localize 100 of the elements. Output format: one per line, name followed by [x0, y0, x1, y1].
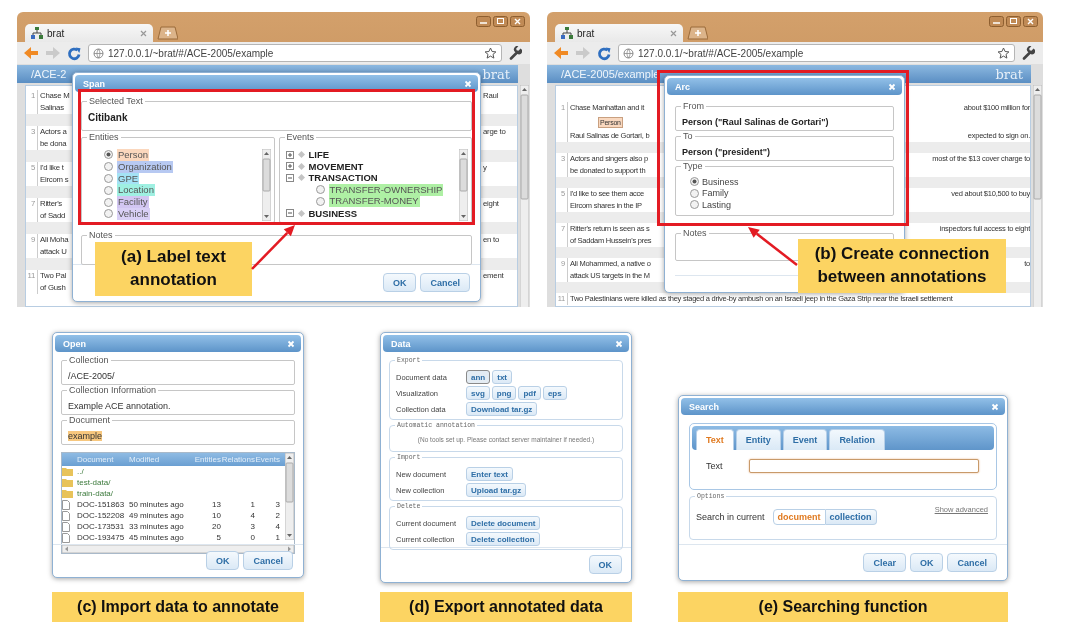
radio-button[interactable]	[690, 188, 699, 198]
dialog-button[interactable]: Cancel	[243, 551, 293, 570]
format-button[interactable]: pdf	[518, 386, 541, 400]
table-cell-text: 0	[249, 532, 255, 543]
close-button[interactable]	[510, 16, 525, 27]
entity-type[interactable]: Person	[117, 148, 150, 161]
dialog-button[interactable]: OK	[910, 553, 944, 572]
forward-arrow-icon[interactable]	[45, 46, 61, 60]
text-input-field[interactable]	[748, 459, 979, 473]
entity-type[interactable]: Facility	[117, 196, 149, 209]
new-tab-button[interactable]	[686, 26, 708, 40]
tab[interactable]: Entity	[735, 429, 781, 450]
scrollbar[interactable]	[459, 149, 468, 221]
reload-icon[interactable]	[67, 45, 82, 61]
address-bar[interactable]: 127.0.0.1/~brat/#/ACE-2005/example	[618, 44, 1015, 62]
scope-option[interactable]: document	[772, 509, 826, 525]
scrollbar[interactable]	[62, 545, 294, 553]
radio-button[interactable]	[315, 185, 325, 195]
close-icon[interactable]	[140, 29, 147, 37]
table-cell-text: 4	[249, 510, 255, 521]
event-type[interactable]: TRANSFER-OWNERSHIP	[328, 183, 444, 196]
browser-tab[interactable]: brat	[555, 24, 683, 42]
address-bar[interactable]: 127.0.0.1/~brat/#/ACE-2005/example	[88, 44, 502, 62]
tab[interactable]: Relation	[829, 429, 885, 450]
radio-button[interactable]	[315, 196, 325, 206]
radio-label[interactable]: Business	[702, 176, 739, 187]
format-button[interactable]: eps	[542, 386, 567, 400]
format-button[interactable]: svg	[466, 386, 490, 400]
event-type[interactable]: BUSINESS	[308, 207, 358, 219]
dialog-button[interactable]: Cancel	[420, 273, 470, 292]
table-cell[interactable]: DOC-151863	[77, 499, 129, 510]
minimize-button[interactable]	[989, 16, 1004, 27]
group-label: From	[681, 101, 706, 112]
table-cell[interactable]: DOC-193475	[77, 532, 129, 543]
tab[interactable]: Text	[696, 429, 734, 450]
format-button[interactable]: png	[491, 386, 517, 400]
entity-type[interactable]: Organization	[117, 160, 173, 173]
dialog-button[interactable]: OK	[383, 273, 417, 292]
radio-button[interactable]	[104, 209, 113, 219]
radio-button[interactable]	[104, 197, 113, 207]
radio-button[interactable]	[104, 162, 113, 172]
back-arrow-icon[interactable]	[553, 46, 569, 60]
folder-icon	[62, 478, 73, 487]
radio-label[interactable]: Lasting	[702, 199, 732, 210]
dialog-button[interactable]: Clear	[863, 553, 906, 572]
event-type[interactable]: TRANSFER-MONEY	[328, 195, 420, 208]
dialog-title: Span	[83, 78, 105, 89]
entity-type[interactable]: Location	[117, 184, 155, 197]
reload-icon[interactable]	[597, 45, 612, 61]
format-button[interactable]: Delete collection	[466, 532, 540, 546]
new-tab-button[interactable]	[156, 26, 178, 40]
event-type[interactable]: MOVEMENT	[308, 160, 364, 172]
forward-arrow-icon[interactable]	[575, 46, 591, 60]
radio-button[interactable]	[104, 150, 113, 160]
table-cell[interactable]: test-data/	[77, 477, 129, 488]
back-arrow-icon[interactable]	[23, 46, 39, 60]
caption: (c) Import data to annotate	[52, 592, 304, 622]
radio-button[interactable]	[690, 200, 699, 210]
close-button[interactable]	[1023, 16, 1038, 27]
scope-option[interactable]: collection	[825, 509, 877, 525]
format-button[interactable]: txt	[492, 370, 512, 384]
scrollbar[interactable]	[261, 149, 271, 221]
radio-button[interactable]	[104, 174, 113, 183]
format-button[interactable]: ann	[466, 370, 491, 384]
table-cell[interactable]: DOC-152208	[77, 510, 129, 521]
radio-button[interactable]	[690, 177, 699, 187]
star-icon[interactable]	[484, 46, 497, 60]
format-button[interactable]: Delete document	[466, 516, 541, 530]
expand-icon[interactable]	[285, 162, 294, 171]
collapse-icon[interactable]	[285, 209, 294, 218]
tab[interactable]: Event	[782, 429, 828, 450]
close-icon[interactable]	[670, 29, 677, 37]
dialog-button[interactable]: OK	[588, 555, 622, 574]
dialog-button[interactable]: OK	[206, 551, 240, 570]
minimize-button[interactable]	[476, 16, 491, 27]
scrollbar[interactable]	[520, 85, 529, 307]
format-button[interactable]: Upload tar.gz	[466, 483, 527, 497]
radio-button[interactable]	[104, 185, 113, 195]
event-type[interactable]: LIFE	[308, 149, 330, 161]
radio-label[interactable]: Family	[702, 188, 729, 199]
table-cell[interactable]: train-data/	[77, 488, 129, 499]
scrollbar[interactable]	[1033, 85, 1042, 307]
collapse-icon[interactable]	[285, 174, 294, 182]
table-cell[interactable]: DOC-173531	[77, 521, 129, 532]
format-button[interactable]: Download tar.gz	[466, 402, 538, 416]
event-type[interactable]: TRANSACTION	[308, 172, 378, 184]
table-cell-text: 2	[274, 510, 280, 521]
format-button[interactable]: Enter text	[466, 467, 513, 481]
maximize-button[interactable]	[1006, 16, 1021, 27]
table-cell[interactable]: ../	[77, 466, 129, 477]
star-icon[interactable]	[997, 46, 1010, 60]
scrollbar[interactable]	[285, 453, 294, 540]
wrench-icon[interactable]	[1021, 46, 1035, 60]
expand-icon[interactable]	[285, 150, 294, 159]
table-cell-text: 10	[211, 510, 221, 521]
group-label: Collection Information	[67, 385, 159, 396]
maximize-button[interactable]	[493, 16, 508, 27]
wrench-icon[interactable]	[508, 46, 522, 60]
browser-tab[interactable]: brat	[25, 24, 153, 42]
dialog-button[interactable]: Cancel	[947, 553, 997, 572]
